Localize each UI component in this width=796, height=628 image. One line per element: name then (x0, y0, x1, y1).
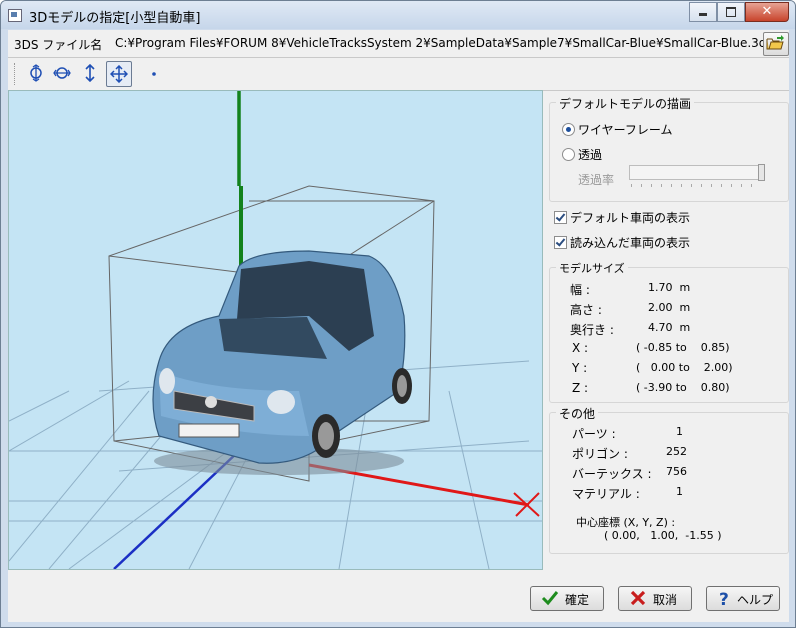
size-value: ( 0.00 to 2.00) (636, 361, 733, 374)
dialog-window: 3Dモデルの指定[小型自動車] ✕ 3DS ファイル名 C:¥Program F… (0, 0, 796, 628)
close-button[interactable]: ✕ (745, 2, 789, 22)
open-file-button[interactable] (763, 32, 789, 56)
button-bar: 確定 取消 ? ヘルプ (8, 570, 789, 622)
other-value: 1 (676, 425, 683, 438)
x-axis-label (513, 492, 540, 517)
car-model (152, 250, 412, 475)
rotate-y-tool[interactable] (24, 61, 48, 85)
settings-panel: デフォルトモデルの描画 ワイヤーフレーム 透過 透過率 デフォルト車両の表示 読… (545, 90, 789, 568)
svg-text:?: ? (719, 590, 729, 607)
size-value: ( -0.85 to 0.85) (636, 341, 730, 354)
show-loaded-vehicle-label: 読み込んだ車両の表示 (570, 236, 691, 250)
3d-viewport[interactable] (8, 90, 543, 570)
view-toolbar (8, 57, 789, 91)
minimize-button[interactable] (689, 2, 717, 22)
cross-icon (630, 590, 646, 606)
help-label: ヘルプ (737, 593, 774, 607)
3d-scene (8, 91, 542, 570)
size-label: X : (572, 341, 589, 355)
file-label: 3DS ファイル名 (14, 38, 103, 52)
ok-button[interactable]: 確定 (530, 586, 604, 611)
transparency-rate-label: 透過率 (578, 173, 615, 187)
move-xy-tool[interactable] (106, 61, 132, 87)
cancel-button[interactable]: 取消 (618, 586, 692, 611)
window-title: 3Dモデルの指定[小型自動車] (29, 11, 201, 26)
cancel-label: 取消 (653, 593, 678, 607)
other-value: 756 (666, 465, 687, 478)
model-size-group: モデルサイズ 幅 : 1.70 m 高さ : 2.00 m 奥行き : 4.70… (549, 260, 789, 403)
other-value: 1 (676, 485, 683, 498)
wireframe-radio[interactable] (562, 123, 575, 136)
ok-label: 確定 (565, 593, 590, 607)
rotate-x-icon (53, 67, 71, 79)
default-model-group-label: デフォルトモデルの描画 (556, 95, 695, 112)
transparency-slider-thumb[interactable] (758, 164, 765, 181)
size-value: 4.70 m (648, 321, 691, 334)
file-row: 3DS ファイル名 C:¥Program Files¥FORUM 8¥Vehic… (8, 30, 789, 56)
slider-ticks (631, 184, 761, 187)
center-coordinates-label: 中心座標 (X, Y, Z) : (576, 516, 676, 529)
transparent-label: 透過 (578, 148, 603, 162)
help-icon: ? (719, 590, 729, 607)
size-value: ( -3.90 to 0.80) (636, 381, 730, 394)
size-value: 2.00 m (648, 301, 691, 314)
other-group: その他 パーツ : 1 ポリゴン : 252 バーテックス : 756 マテリア… (549, 405, 789, 554)
other-label: バーテックス : (572, 467, 652, 481)
default-model-group: デフォルトモデルの描画 ワイヤーフレーム 透過 透過率 (549, 95, 789, 202)
maximize-button[interactable] (717, 2, 745, 22)
transparency-slider[interactable] (629, 164, 765, 181)
rotate-y-icon (30, 64, 42, 82)
client-area: 3DS ファイル名 C:¥Program Files¥FORUM 8¥Vehic… (8, 30, 789, 622)
move-z-icon (85, 64, 95, 82)
help-button[interactable]: ? ヘルプ (706, 586, 780, 611)
size-label: Y : (572, 361, 588, 375)
folder-open-icon (766, 35, 784, 50)
model-size-group-label: モデルサイズ (556, 260, 628, 276)
size-value: 1.70 m (648, 281, 691, 294)
size-label: 奥行き : (570, 323, 614, 337)
file-path: C:¥Program Files¥FORUM 8¥VehicleTracksSy… (115, 36, 763, 50)
center-coordinates-value: ( 0.00, 1.00, -1.55 ) (604, 529, 722, 542)
other-label: マテリアル : (572, 487, 640, 501)
size-label: 幅 : (570, 283, 590, 297)
size-label: Z : (572, 381, 589, 395)
toolbar-grip[interactable] (14, 63, 18, 85)
check-icon (541, 591, 559, 606)
app-icon (8, 9, 22, 22)
show-default-vehicle-checkbox[interactable] (554, 211, 567, 224)
move-xy-icon (110, 65, 128, 83)
show-default-vehicle-label: デフォルト車両の表示 (570, 211, 691, 225)
other-label: ポリゴン : (572, 447, 628, 461)
move-z-tool[interactable] (78, 61, 102, 85)
show-loaded-vehicle-checkbox[interactable] (554, 236, 567, 249)
title-bar[interactable]: 3Dモデルの指定[小型自動車] ✕ (1, 1, 795, 29)
transparent-radio[interactable] (562, 148, 575, 161)
size-label: 高さ : (570, 303, 602, 317)
point-tool[interactable] (142, 61, 166, 85)
other-group-label: その他 (556, 405, 599, 422)
other-value: 252 (666, 445, 687, 458)
rotate-x-tool[interactable] (50, 61, 74, 85)
license-plate (178, 423, 240, 438)
other-label: パーツ : (572, 427, 616, 441)
wireframe-label: ワイヤーフレーム (578, 123, 673, 137)
point-icon (152, 72, 156, 76)
